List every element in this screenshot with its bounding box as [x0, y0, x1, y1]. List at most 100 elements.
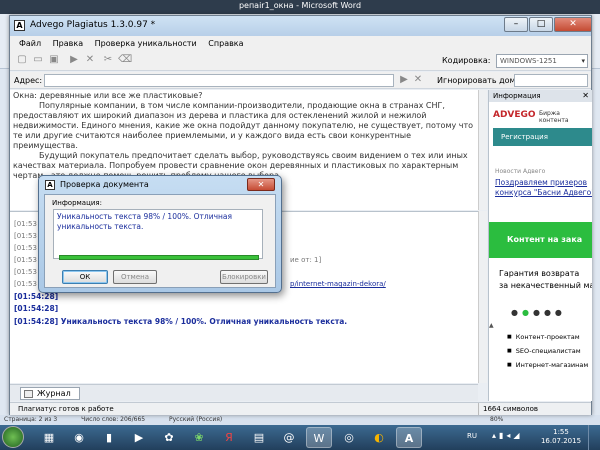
taskbar-app[interactable]: ◐ [366, 427, 392, 448]
info-panel: Информация ✕ ADVEGO Биржа контента Регис… [488, 90, 592, 401]
show-desktop-button[interactable] [588, 425, 600, 450]
word-title: репair1_окна - Microsoft Word [238, 1, 362, 10]
address-go-icon[interactable]: ▶ [398, 74, 410, 87]
menu-bar: Файл Правка Проверка уникальности Справк… [10, 36, 591, 51]
info-panel-title: Информация [493, 92, 541, 100]
clear-icon[interactable]: ⌫ [118, 54, 132, 66]
log-link[interactable]: p/internet-magazin-dekora/ [290, 280, 386, 288]
tray-icons[interactable]: ▴▮◂◢ [492, 431, 523, 440]
status-ready: Плагиатус готов к работе [18, 405, 114, 413]
doc-paragraph-1: Популярные компании, в том числе компани… [13, 101, 474, 150]
taskbar-app[interactable]: ▤ [246, 427, 272, 448]
info-panel-header: Информация ✕ [489, 90, 592, 102]
taskbar-app[interactable]: ▮ [96, 427, 122, 448]
address-label: Адрес: [14, 76, 43, 85]
log-time-bold: [01:54:28] [14, 292, 59, 301]
tab-journal[interactable]: Журнал [20, 387, 80, 400]
doc-line-title: Окна: деревянные или все же пластиковые? [13, 91, 203, 100]
cancel-button[interactable]: Отмена [113, 270, 157, 284]
taskbar-app[interactable]: @ [276, 427, 302, 448]
stop-check-icon[interactable]: ✕ [84, 54, 96, 66]
taskbar-app[interactable]: ◉ [66, 427, 92, 448]
address-bar: Адрес: ▶ ✕ Игнорировать домены: [10, 72, 591, 89]
list-item[interactable]: Интернет-магазинам [507, 358, 589, 372]
status-char-count: 1664 символов [478, 403, 558, 415]
advego-register-link[interactable]: Регистрация [493, 128, 592, 146]
word-title-bar: репair1_окна - Microsoft Word [0, 0, 600, 14]
word-status-words: Число слов: 206/665 [81, 416, 146, 423]
menu-file[interactable]: Файл [19, 36, 41, 51]
list-item[interactable]: SEO-специалистам [507, 344, 588, 358]
word-status-bar: Страница: 2 из 3 Число слов: 206/665 Рус… [0, 415, 600, 425]
close-button[interactable]: ✕ [554, 17, 592, 32]
open-folder-icon[interactable]: ▭ [32, 54, 44, 66]
news-label: Новости Адвего [495, 168, 546, 175]
word-status-page: Страница: 2 из 3 [4, 416, 58, 423]
start-check-icon[interactable]: ▶ [68, 54, 80, 66]
log-time-bold: [01:54:28] [14, 304, 59, 313]
taskbar-app[interactable]: ◎ [336, 427, 362, 448]
dialog-progress-bar [59, 255, 259, 260]
block-button[interactable]: Блокировки [220, 270, 268, 284]
status-bar: Плагиатус готов к работе 1664 символов [10, 402, 591, 415]
advego-logo-subtitle: Биржа контента [539, 110, 569, 124]
advego-audience-list: Контент-проектам SEO-специалистам Интерн… [507, 330, 589, 372]
taskbar-app[interactable]: ✿ [156, 427, 182, 448]
journal-icon [24, 390, 33, 398]
maximize-button[interactable]: □ [529, 17, 553, 32]
minimize-button[interactable]: – [504, 17, 528, 32]
start-button[interactable] [2, 426, 24, 448]
app-title: Advego Plagiatus 1.3.0.97 * [30, 20, 156, 30]
news-link[interactable]: Поздравляем призеров конкурса "Басни Адв… [495, 178, 592, 198]
ok-button[interactable]: ОК [62, 270, 108, 284]
tab-journal-label: Журнал [37, 389, 71, 398]
dialog-body: Информация: Уникальность текста 98% / 10… [44, 194, 276, 288]
info-close-icon[interactable]: ✕ [582, 90, 589, 102]
windows-taskbar: ▦ ◉ ▮ ▶ ✿ ❀ Я ▤ @ W ◎ ◐ A RU ▴▮◂◢ 1:55 1… [0, 425, 600, 450]
log-line: [01:53 [14, 220, 37, 228]
encoding-label: Кодировка: [442, 56, 491, 65]
taskbar-app[interactable]: ▶ [126, 427, 152, 448]
guarantee-banner[interactable]: Гарантия возврата за некачественный мат [489, 262, 592, 304]
app-title-bar[interactable]: A Advego Plagiatus 1.3.0.97 * – □ ✕ [10, 16, 592, 36]
taskbar-app[interactable]: ▦ [36, 427, 62, 448]
language-indicator[interactable]: RU [467, 432, 477, 440]
clock-date: 16.07.2015 [540, 437, 582, 445]
advego-logo[interactable]: ADVEGO Биржа контента [493, 106, 589, 124]
menu-edit[interactable]: Правка [53, 36, 83, 51]
list-item[interactable]: Контент-проектам [507, 330, 588, 344]
save-icon[interactable]: ▣ [48, 54, 60, 66]
toolbar: ▢ ▭ ▣ ▶ ✕ ✂ ⌫ Кодировка: WINDOWS-1251 [10, 51, 591, 71]
word-status-zoom: 80% [490, 416, 504, 423]
word-status-lang: Русский (Россия) [169, 416, 223, 423]
address-clear-icon[interactable]: ✕ [412, 74, 424, 87]
log-line: [01:53 [14, 280, 37, 288]
dialog-info-label: Информация: [52, 199, 102, 207]
taskbar-app[interactable]: A [396, 427, 422, 448]
dialog-message: Уникальность текста 98% / 100%. Отличная… [53, 209, 263, 259]
carousel-dots[interactable]: ●●●●● [511, 308, 566, 317]
clock-time: 1:55 [553, 428, 569, 436]
bottom-tab-bar: Журнал [10, 384, 478, 401]
clock[interactable]: 1:55 16.07.2015 [540, 428, 582, 446]
new-document-icon[interactable]: ▢ [16, 54, 28, 66]
news-link-line-2: конкурса "Басни Адвего" [495, 188, 592, 197]
document-scrollbar[interactable] [478, 90, 487, 210]
content-order-banner[interactable]: Контент на зака [489, 222, 592, 258]
news-link-line-1: Поздравляем призеров [495, 178, 588, 187]
address-input[interactable] [44, 74, 394, 87]
taskbar-app[interactable]: ❀ [186, 427, 212, 448]
advego-logo-text: ADVEGO [493, 110, 536, 120]
menu-help[interactable]: Справка [208, 36, 243, 51]
scroll-up-icon[interactable]: ▲ [489, 322, 497, 330]
ignore-domains-input[interactable] [514, 74, 588, 87]
settings-icon[interactable]: ✂ [102, 54, 114, 66]
log-line: [01:53 [14, 244, 37, 252]
menu-check[interactable]: Проверка уникальности [95, 36, 197, 51]
dialog-title: Проверка документа [60, 180, 149, 189]
encoding-select[interactable]: WINDOWS-1251 [496, 54, 588, 68]
taskbar-app[interactable]: W [306, 427, 332, 448]
taskbar-app[interactable]: Я [216, 427, 242, 448]
log-scrollbar[interactable] [478, 211, 487, 383]
dialog-close-button[interactable]: ✕ [247, 178, 275, 191]
